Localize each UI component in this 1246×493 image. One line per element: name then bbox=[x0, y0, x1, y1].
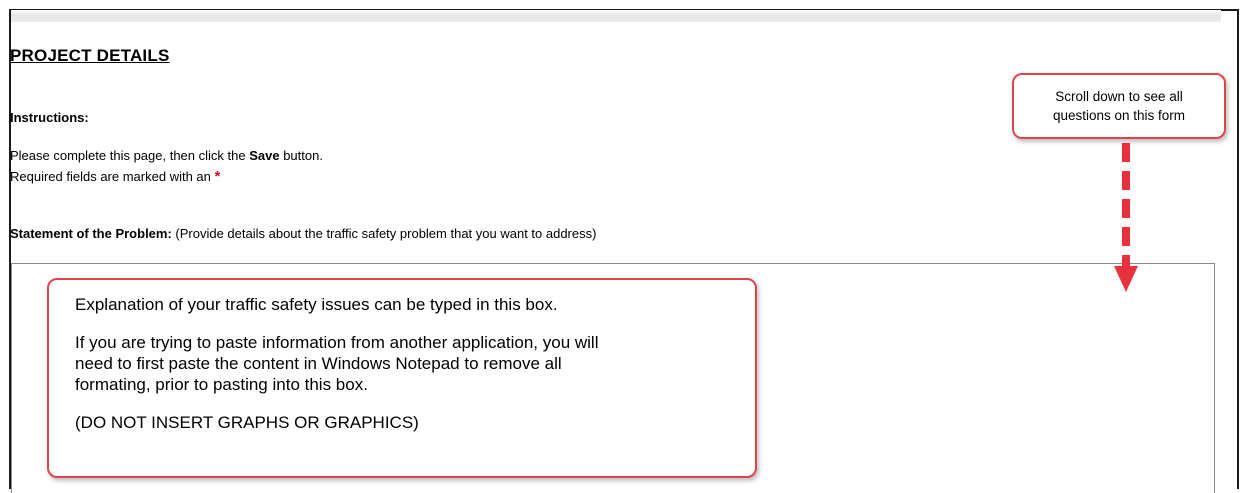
statement-label: Statement of the Problem: bbox=[10, 226, 172, 241]
scroll-hint-line2: questions on this form bbox=[1052, 108, 1186, 123]
required-asterisk: * bbox=[214, 168, 221, 185]
textbox-hint-callout: Explanation of your traffic safety issue… bbox=[47, 278, 757, 478]
scroll-hint-callout: Scroll down to see all questions on this… bbox=[1012, 73, 1226, 139]
required-text: Required fields are marked with an bbox=[10, 169, 215, 184]
instructions-text: Please complete this page, then click th… bbox=[10, 148, 250, 163]
save-keyword: Save bbox=[249, 148, 280, 163]
callout-p2-line1: If you are trying to paste information f… bbox=[75, 333, 599, 352]
section-title: PROJECT DETAILS bbox=[10, 46, 170, 65]
callout-p2-line3: formating, prior to pasting into this bo… bbox=[75, 375, 368, 394]
statement-label-row: Statement of the Problem: (Provide detai… bbox=[10, 226, 596, 241]
callout-p2-line2: need to first paste the content in Windo… bbox=[75, 354, 562, 373]
instructions-label: Instructions: bbox=[10, 110, 89, 125]
top-toolbar-strip bbox=[11, 10, 1221, 22]
callout-paragraph-2: If you are trying to paste information f… bbox=[75, 332, 735, 395]
callout-paragraph-1: Explanation of your traffic safety issue… bbox=[75, 295, 558, 314]
statement-hint: (Provide details about the traffic safet… bbox=[171, 226, 597, 241]
instructions-text-end: button. bbox=[279, 148, 323, 163]
callout-paragraph-3: (DO NOT INSERT GRAPHS OR GRAPHICS) bbox=[75, 413, 419, 432]
instructions-line-save: Please complete this page, then click th… bbox=[10, 148, 323, 163]
scroll-hint-line1: Scroll down to see all bbox=[1055, 89, 1183, 104]
down-arrow-icon bbox=[1114, 266, 1138, 292]
instructions-line-required: Required fields are marked with an * bbox=[10, 168, 220, 185]
scroll-down-arrow-shaft bbox=[1122, 143, 1130, 268]
